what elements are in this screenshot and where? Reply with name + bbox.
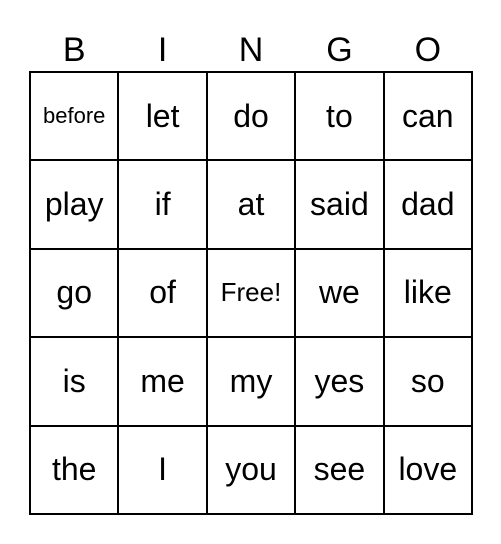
bingo-cell: I — [118, 425, 207, 514]
bingo-cell: like — [383, 248, 472, 338]
bingo-cell: let — [118, 72, 207, 161]
bingo-cell: of — [118, 248, 207, 338]
bingo-cell: is — [30, 337, 119, 426]
bingo-cell: if — [118, 160, 207, 249]
bingo-grid: before let do to can play if at said dad go of Free!… — [29, 71, 473, 515]
header-letter-o: O — [414, 31, 442, 69]
bingo-cell: so — [383, 337, 472, 426]
bingo-cell: dad — [383, 160, 472, 249]
bingo-cell: see — [295, 425, 384, 514]
bingo-cell: we — [295, 248, 384, 338]
bingo-cell: said — [295, 160, 384, 249]
bingo-header: B I N G O — [30, 30, 472, 70]
bingo-cell: my — [206, 337, 296, 426]
bingo-cell: to — [295, 72, 384, 161]
free-space-cell: Free! — [206, 248, 296, 338]
header-letter-i: I — [157, 31, 168, 69]
header-letter-g: G — [326, 31, 353, 69]
bingo-cell: before — [30, 72, 119, 161]
bingo-cell: do — [206, 72, 296, 161]
bingo-cell: love — [383, 425, 472, 514]
bingo-cell: play — [30, 160, 119, 249]
bingo-cell: you — [206, 425, 296, 514]
bingo-cell: can — [383, 72, 472, 161]
bingo-cell: the — [30, 425, 119, 514]
bingo-cell: go — [30, 248, 119, 338]
bingo-cell: yes — [295, 337, 384, 426]
header-letter-b: B — [62, 31, 86, 69]
header-letter-n: N — [238, 31, 264, 69]
bingo-cell: me — [118, 337, 207, 426]
bingo-cell: at — [206, 160, 296, 249]
